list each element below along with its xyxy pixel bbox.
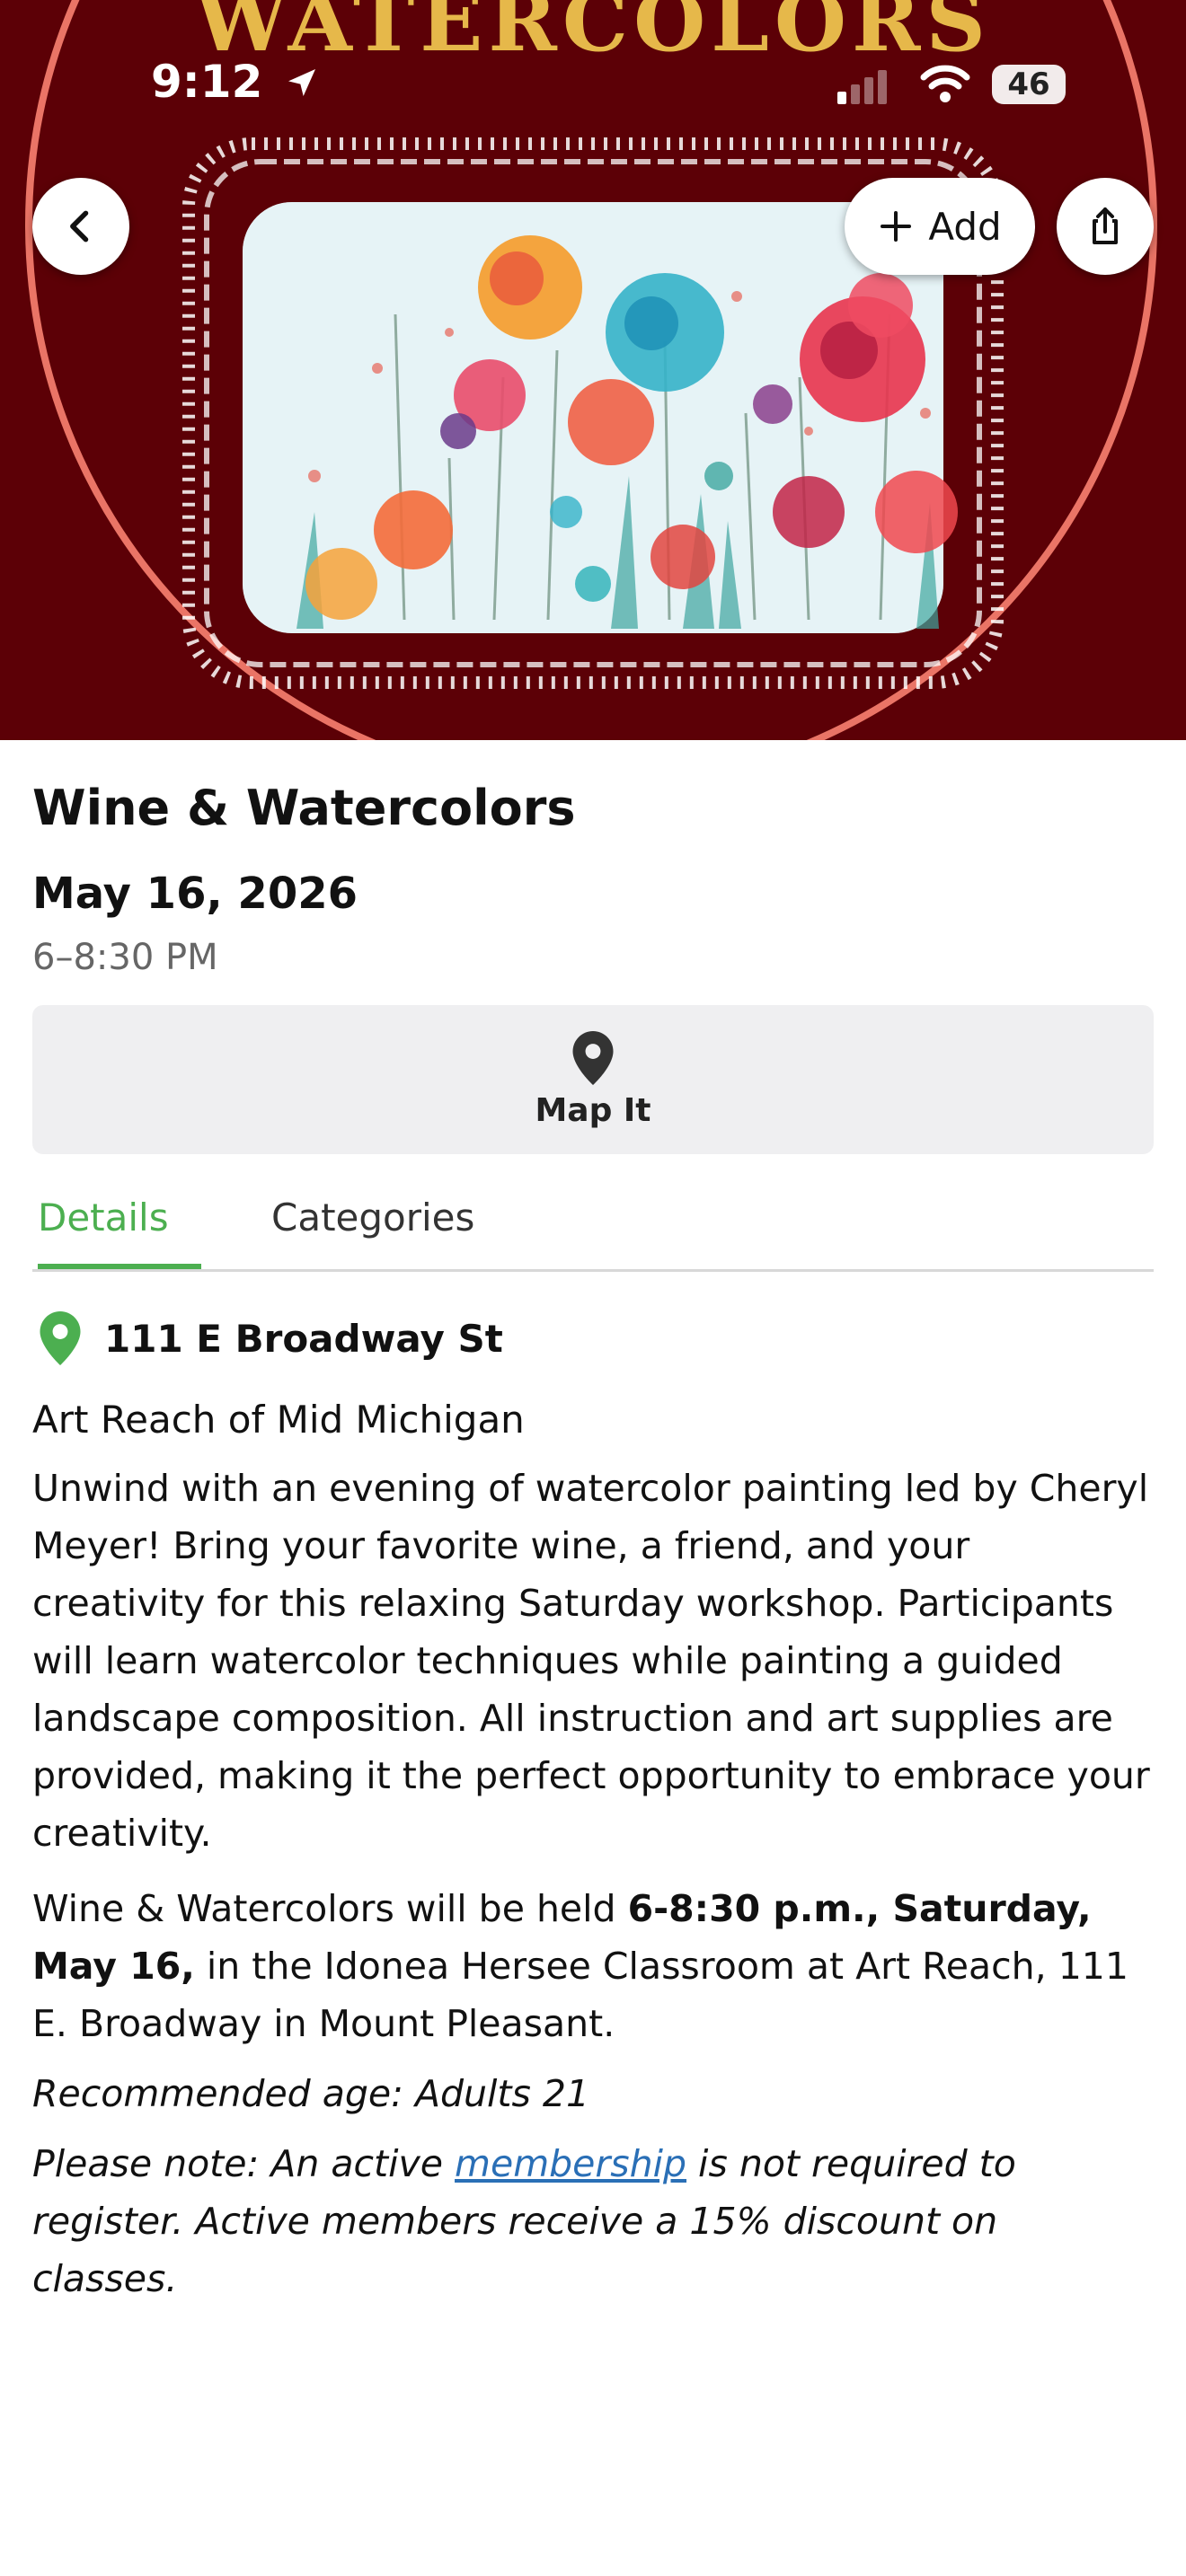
schedule-prefix: Wine & Watercolors will be held xyxy=(32,1887,628,1930)
event-description: Unwind with an evening of watercolor pai… xyxy=(32,1467,1150,1855)
map-it-button[interactable]: Map It xyxy=(32,1005,1154,1154)
organization-name: Art Reach of Mid Michigan xyxy=(32,1398,525,1442)
address-text: 111 E Broadway St xyxy=(104,1316,503,1361)
location-arrow-icon xyxy=(288,69,315,96)
detail-tabs: Details Categories xyxy=(32,1187,1154,1272)
battery-indicator: 46 xyxy=(992,65,1066,104)
membership-note: Please note: An active membership is not… xyxy=(32,2135,1154,2307)
add-button-label: Add xyxy=(928,204,1002,249)
tab-categories[interactable]: Categories xyxy=(271,1187,474,1264)
event-content: Wine & Watercolors May 16, 2026 6–8:30 P… xyxy=(32,740,1154,2307)
location-pin-icon xyxy=(40,1311,81,1365)
age-note: Recommended age: Adults 21 xyxy=(32,2072,590,2115)
map-pin-icon xyxy=(572,1030,614,1085)
event-hero-image: WATERCOLORS 9:12 46 xyxy=(0,0,1186,740)
wifi-icon xyxy=(920,65,970,102)
share-button[interactable] xyxy=(1057,178,1154,275)
add-to-calendar-button[interactable]: Add xyxy=(845,178,1035,275)
map-it-label: Map It xyxy=(535,1091,651,1129)
event-schedule: Wine & Watercolors will be held 6-8:30 p… xyxy=(32,1880,1154,2052)
chevron-left-icon xyxy=(70,210,89,243)
back-button[interactable] xyxy=(32,178,129,275)
membership-link[interactable]: membership xyxy=(455,2142,686,2185)
event-date: May 16, 2026 xyxy=(32,869,358,919)
event-detail-screen: WATERCOLORS 9:12 46 Add Wine & Watercolo… xyxy=(0,0,1186,2576)
address-row[interactable]: 111 E Broadway St xyxy=(32,1311,1154,1365)
note-prefix: Please note: An active xyxy=(32,2142,456,2185)
share-icon xyxy=(1093,207,1118,244)
plus-icon xyxy=(881,211,912,242)
status-time: 9:12 xyxy=(151,56,320,108)
event-title: Wine & Watercolors xyxy=(32,780,576,836)
schedule-suffix: in the Idonea Hersee Classroom at Art Re… xyxy=(32,1945,1128,2045)
tab-details[interactable]: Details xyxy=(38,1187,201,1269)
signal-icon xyxy=(837,70,887,104)
event-time: 6–8:30 PM xyxy=(32,937,218,978)
